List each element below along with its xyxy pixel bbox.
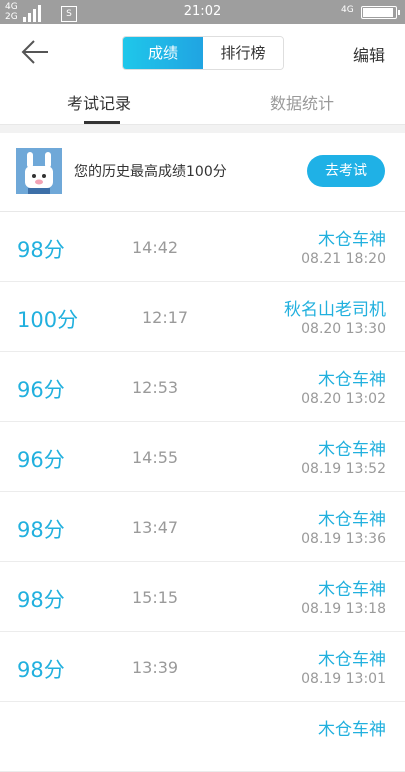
list-item[interactable]: 100分 12:17 秋名山老司机 08.20 13:30 bbox=[0, 282, 405, 352]
record-duration: 14:55 bbox=[132, 448, 179, 467]
record-score: 98分 bbox=[17, 588, 65, 612]
segment-scores[interactable]: 成绩 bbox=[123, 37, 203, 69]
record-duration: 14:42 bbox=[132, 238, 179, 257]
exam-record-list: 98分 14:42 木仓车神 08.21 18:20 100分 12:17 秋名… bbox=[0, 212, 405, 772]
segment-control: 成绩 排行榜 bbox=[122, 36, 284, 70]
record-datetime: 08.21 18:20 bbox=[301, 251, 386, 267]
record-name: 秋名山老司机 bbox=[284, 300, 386, 320]
record-name: 木仓车神 bbox=[318, 440, 386, 460]
take-exam-button[interactable]: 去考试 bbox=[307, 155, 385, 187]
network-type-right: 4G bbox=[341, 5, 354, 15]
edit-button[interactable]: 编辑 bbox=[353, 42, 385, 66]
top-bar: 成绩 排行榜 编辑 bbox=[0, 24, 405, 80]
record-name: 木仓车神 bbox=[318, 580, 386, 600]
battery-icon bbox=[361, 6, 400, 19]
record-score: 96分 bbox=[17, 378, 65, 402]
list-item[interactable]: 96分 12:53 木仓车神 08.20 13:02 bbox=[0, 352, 405, 422]
best-score-text: 您的历史最高成绩100分 bbox=[74, 164, 227, 180]
record-duration: 13:47 bbox=[132, 518, 179, 537]
record-duration: 12:17 bbox=[142, 308, 189, 327]
record-name: 木仓车神 bbox=[318, 370, 386, 390]
record-datetime: 08.19 13:18 bbox=[301, 601, 386, 617]
record-datetime: 08.20 13:02 bbox=[301, 391, 386, 407]
best-score-banner: 您的历史最高成绩100分 去考试 bbox=[0, 133, 405, 212]
segment-leaderboard[interactable]: 排行榜 bbox=[203, 37, 283, 69]
tab-exam-records[interactable]: 考试记录 bbox=[67, 90, 131, 114]
record-score: 96分 bbox=[17, 448, 65, 472]
robot-avatar-icon bbox=[16, 148, 62, 194]
tab-bar: 考试记录 数据统计 bbox=[0, 80, 405, 125]
record-score: 98分 bbox=[17, 658, 65, 682]
tab-indicator bbox=[84, 121, 120, 124]
status-right: 4G bbox=[337, 3, 400, 21]
battery-level bbox=[363, 8, 394, 17]
list-item[interactable]: 98分 13:47 木仓车神 08.19 13:36 bbox=[0, 492, 405, 562]
list-item[interactable]: 96分 14:55 木仓车神 08.19 13:52 bbox=[0, 422, 405, 492]
record-duration: 13:39 bbox=[132, 658, 179, 677]
back-arrow-icon bbox=[21, 40, 48, 64]
record-name: 木仓车神 bbox=[318, 510, 386, 530]
record-score: 98分 bbox=[17, 518, 65, 542]
record-name: 木仓车神 bbox=[318, 720, 386, 740]
record-duration: 12:53 bbox=[132, 378, 179, 397]
record-datetime: 08.19 13:36 bbox=[301, 531, 386, 547]
record-datetime: 08.19 13:52 bbox=[301, 461, 386, 477]
record-name: 木仓车神 bbox=[318, 650, 386, 670]
record-score: 98分 bbox=[17, 238, 65, 262]
section-divider bbox=[0, 125, 405, 133]
list-item[interactable]: 98分 13:39 木仓车神 08.19 13:01 bbox=[0, 632, 405, 702]
list-item[interactable]: 木仓车神 bbox=[0, 702, 405, 772]
status-bar: 4G 2G S 21:02 4G bbox=[0, 0, 405, 24]
record-score: 100分 bbox=[17, 308, 79, 332]
record-datetime: 08.20 13:30 bbox=[301, 321, 386, 337]
list-item[interactable]: 98分 15:15 木仓车神 08.19 13:18 bbox=[0, 562, 405, 632]
back-button[interactable] bbox=[20, 38, 52, 66]
list-item[interactable]: 98分 14:42 木仓车神 08.21 18:20 bbox=[0, 212, 405, 282]
record-name: 木仓车神 bbox=[318, 230, 386, 250]
record-datetime: 08.19 13:01 bbox=[301, 671, 386, 687]
record-duration: 15:15 bbox=[132, 588, 179, 607]
tab-statistics[interactable]: 数据统计 bbox=[270, 90, 334, 114]
